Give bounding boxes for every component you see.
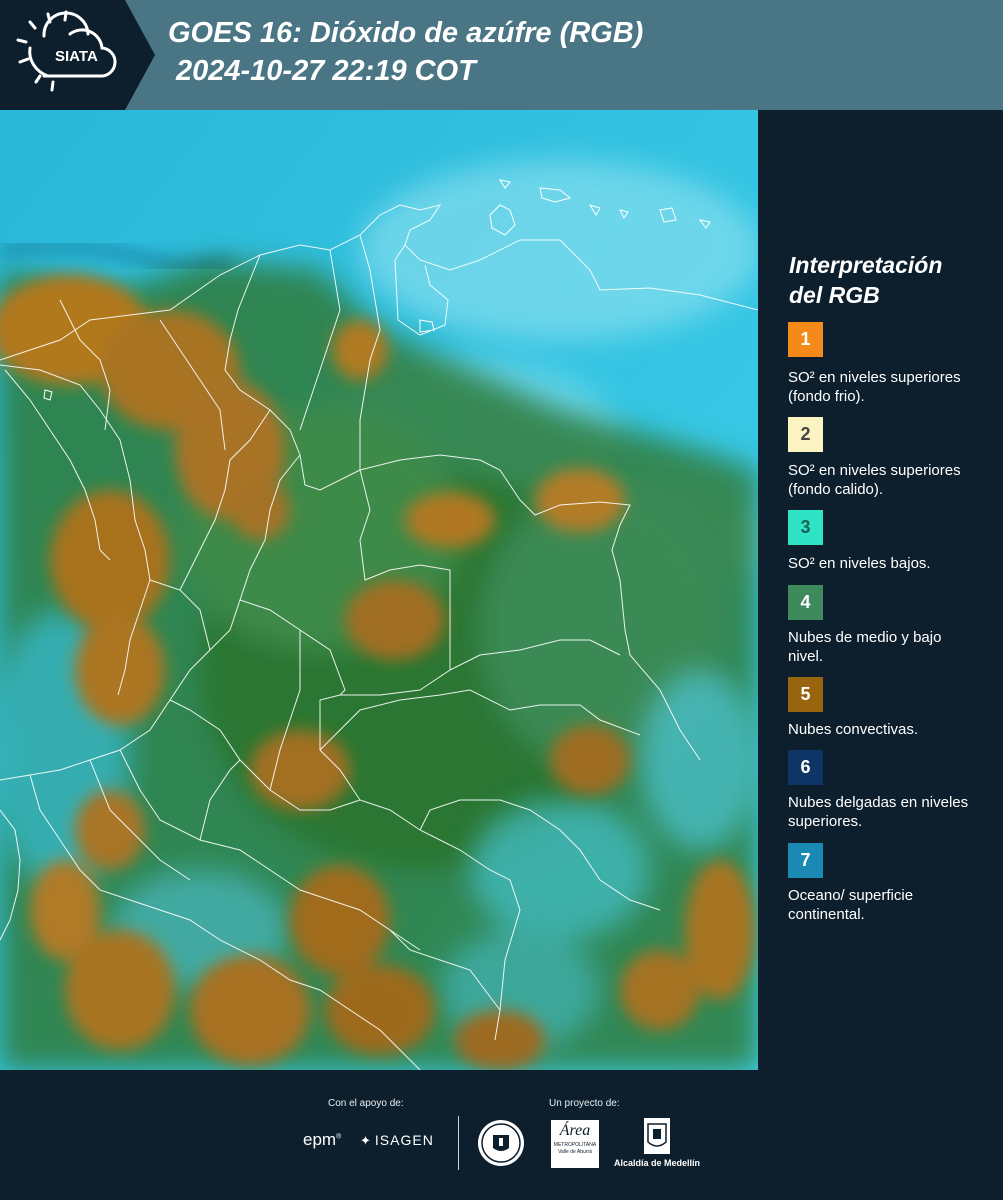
legend-label-4: Nubes de medio y bajo nivel. [788, 629, 942, 665]
area-metropolitana-logo: Área METROPOLITANA Valle de Aburrá [551, 1120, 599, 1168]
legend-label-2: SO² en niveles superiores (fondo calido)… [788, 462, 961, 498]
legend-label-6: Nubes delgadas en niveles superiores. [788, 794, 969, 830]
legend-label-1: SO² en niveles superiores (fondo frio). [788, 369, 961, 405]
support-label: Con el apoyo de: [328, 1098, 404, 1109]
alcaldia-emblem-icon [644, 1118, 670, 1154]
isagen-logo: ✦ ISAGEN [360, 1132, 434, 1148]
legend-swatch-3: 3 [788, 510, 823, 545]
legend-label-5: Nubes convectivas. [788, 721, 919, 738]
footer-divider [458, 1116, 459, 1170]
legend-swatch-4: 4 [788, 585, 823, 620]
footer-bar: Con el apoyo de: Un proyecto de: epm® ✦ I… [0, 1070, 1003, 1200]
legend-title-line-2: del RGB [789, 282, 880, 308]
satellite-map [0, 110, 758, 1070]
legend-title-line-1: Interpretación [789, 252, 943, 278]
project-label: Un proyecto de: [549, 1098, 620, 1109]
legend-swatch-6: 6 [788, 750, 823, 785]
medellin-seal [478, 1120, 524, 1166]
siata-logo: SIATA [0, 0, 155, 110]
title-line-2: 2024-10-27 22:19 COT [176, 55, 476, 87]
legend-label-3: SO² en niveles bajos. [788, 555, 931, 572]
legend-label-7: Oceano/ superficie continental. [788, 887, 914, 923]
header-bar: SIATA GOES 16: Dióxido de azúfre (RGB) 2… [0, 0, 1003, 110]
legend-panel: Interpretación del RGB 1 SO² en niveles … [758, 110, 1003, 1070]
epm-logo: epm® [303, 1130, 342, 1149]
legend-title: Interpretación del RGB [789, 250, 942, 310]
legend-swatch-7: 7 [788, 843, 823, 878]
title-line-1: GOES 16: Dióxido de azúfre (RGB) [168, 17, 644, 49]
legend-swatch-2: 2 [788, 417, 823, 452]
alcaldia-logo: Alcaldía de Medellín [612, 1118, 702, 1168]
page-title: GOES 16: Dióxido de azúfre (RGB) 2024-10… [168, 14, 643, 90]
legend-swatch-5: 5 [788, 677, 823, 712]
logo-text: SIATA [55, 48, 98, 65]
isagen-icon: ✦ [360, 1133, 372, 1148]
legend-swatch-1: 1 [788, 322, 823, 357]
